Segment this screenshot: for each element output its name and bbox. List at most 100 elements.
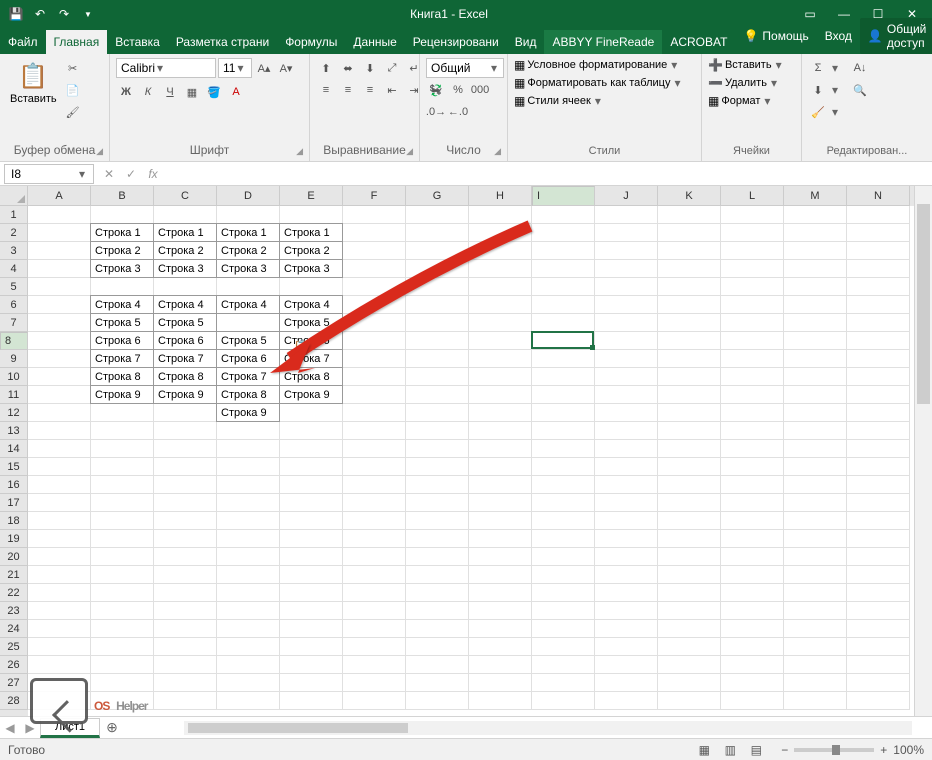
cell-B10[interactable]: Строка 8 xyxy=(90,367,154,386)
cell-G7[interactable] xyxy=(406,314,469,332)
tab-layout[interactable]: Разметка страни xyxy=(168,30,277,54)
row-header-9[interactable]: 9 xyxy=(0,350,28,368)
cell-G15[interactable] xyxy=(406,458,469,476)
zoom-out-icon[interactable]: − xyxy=(781,743,788,757)
cell-N1[interactable] xyxy=(847,206,910,224)
cell-K23[interactable] xyxy=(658,602,721,620)
col-header-F[interactable]: F xyxy=(343,186,406,206)
cell-H26[interactable] xyxy=(469,656,532,674)
login-button[interactable]: Вход xyxy=(817,24,860,48)
cell-F24[interactable] xyxy=(343,620,406,638)
cell-D21[interactable] xyxy=(217,566,280,584)
cell-E26[interactable] xyxy=(280,656,343,674)
cell-K18[interactable] xyxy=(658,512,721,530)
cell-M6[interactable] xyxy=(784,296,847,314)
col-header-M[interactable]: M xyxy=(784,186,847,206)
cell-C19[interactable] xyxy=(154,530,217,548)
cell-C6[interactable]: Строка 4 xyxy=(153,295,217,314)
cell-E14[interactable] xyxy=(280,440,343,458)
cell-E1[interactable] xyxy=(280,206,343,224)
cell-J4[interactable] xyxy=(595,260,658,278)
cell-A23[interactable] xyxy=(28,602,91,620)
copy-icon[interactable]: 📄 xyxy=(63,80,83,100)
cell-L22[interactable] xyxy=(721,584,784,602)
row-header-6[interactable]: 6 xyxy=(0,296,28,314)
cell-M17[interactable] xyxy=(784,494,847,512)
cell-A9[interactable] xyxy=(28,350,91,368)
cell-H5[interactable] xyxy=(469,278,532,296)
share-button[interactable]: 👤Общий доступ xyxy=(860,18,932,54)
cell-G4[interactable] xyxy=(406,260,469,278)
cell-B17[interactable] xyxy=(91,494,154,512)
cell-H25[interactable] xyxy=(469,638,532,656)
cell-N4[interactable] xyxy=(847,260,910,278)
cell-G10[interactable] xyxy=(406,368,469,386)
cell-G21[interactable] xyxy=(406,566,469,584)
cell-D26[interactable] xyxy=(217,656,280,674)
cell-K3[interactable] xyxy=(658,242,721,260)
cell-F16[interactable] xyxy=(343,476,406,494)
cell-C16[interactable] xyxy=(154,476,217,494)
cell-F17[interactable] xyxy=(343,494,406,512)
row-header-19[interactable]: 19 xyxy=(0,530,28,548)
cell-J23[interactable] xyxy=(595,602,658,620)
cell-N21[interactable] xyxy=(847,566,910,584)
cell-I6[interactable] xyxy=(532,296,595,314)
cell-N27[interactable] xyxy=(847,674,910,692)
cell-F22[interactable] xyxy=(343,584,406,602)
cell-N14[interactable] xyxy=(847,440,910,458)
cell-I20[interactable] xyxy=(532,548,595,566)
cell-L17[interactable] xyxy=(721,494,784,512)
cell-D22[interactable] xyxy=(217,584,280,602)
cell-M5[interactable] xyxy=(784,278,847,296)
cell-E24[interactable] xyxy=(280,620,343,638)
cell-G1[interactable] xyxy=(406,206,469,224)
cell-L25[interactable] xyxy=(721,638,784,656)
cell-I24[interactable] xyxy=(532,620,595,638)
cell-B12[interactable] xyxy=(91,404,154,422)
cell-F12[interactable] xyxy=(343,404,406,422)
cell-M14[interactable] xyxy=(784,440,847,458)
cell-E6[interactable]: Строка 4 xyxy=(279,295,343,314)
zoom-in-icon[interactable]: + xyxy=(880,743,887,757)
cell-M20[interactable] xyxy=(784,548,847,566)
cell-F9[interactable] xyxy=(343,350,406,368)
cell-A16[interactable] xyxy=(28,476,91,494)
cell-N15[interactable] xyxy=(847,458,910,476)
cell-L3[interactable] xyxy=(721,242,784,260)
cell-J1[interactable] xyxy=(595,206,658,224)
cell-I25[interactable] xyxy=(532,638,595,656)
cell-M4[interactable] xyxy=(784,260,847,278)
currency-icon[interactable]: 💱 xyxy=(426,80,446,100)
align-center-icon[interactable]: ≡ xyxy=(338,80,358,100)
cell-G17[interactable] xyxy=(406,494,469,512)
row-header-22[interactable]: 22 xyxy=(0,584,28,602)
cell-L6[interactable] xyxy=(721,296,784,314)
cell-J5[interactable] xyxy=(595,278,658,296)
cell-M18[interactable] xyxy=(784,512,847,530)
cell-I16[interactable] xyxy=(532,476,595,494)
cell-M10[interactable] xyxy=(784,368,847,386)
cell-F4[interactable] xyxy=(343,260,406,278)
cell-E8[interactable]: Строка 6 xyxy=(279,331,343,350)
cell-K13[interactable] xyxy=(658,422,721,440)
cell-N9[interactable] xyxy=(847,350,910,368)
cell-J3[interactable] xyxy=(595,242,658,260)
cell-M25[interactable] xyxy=(784,638,847,656)
name-box[interactable]: I8▾ xyxy=(4,164,94,184)
cell-G19[interactable] xyxy=(406,530,469,548)
cell-G25[interactable] xyxy=(406,638,469,656)
cell-B25[interactable] xyxy=(91,638,154,656)
cell-L14[interactable] xyxy=(721,440,784,458)
cell-M1[interactable] xyxy=(784,206,847,224)
cell-D19[interactable] xyxy=(217,530,280,548)
cell-F3[interactable] xyxy=(343,242,406,260)
cell-G18[interactable] xyxy=(406,512,469,530)
cell-B23[interactable] xyxy=(91,602,154,620)
cell-D17[interactable] xyxy=(217,494,280,512)
align-right-icon[interactable]: ≡ xyxy=(360,80,380,100)
cell-E19[interactable] xyxy=(280,530,343,548)
cell-H6[interactable] xyxy=(469,296,532,314)
cell-K19[interactable] xyxy=(658,530,721,548)
cell-L27[interactable] xyxy=(721,674,784,692)
